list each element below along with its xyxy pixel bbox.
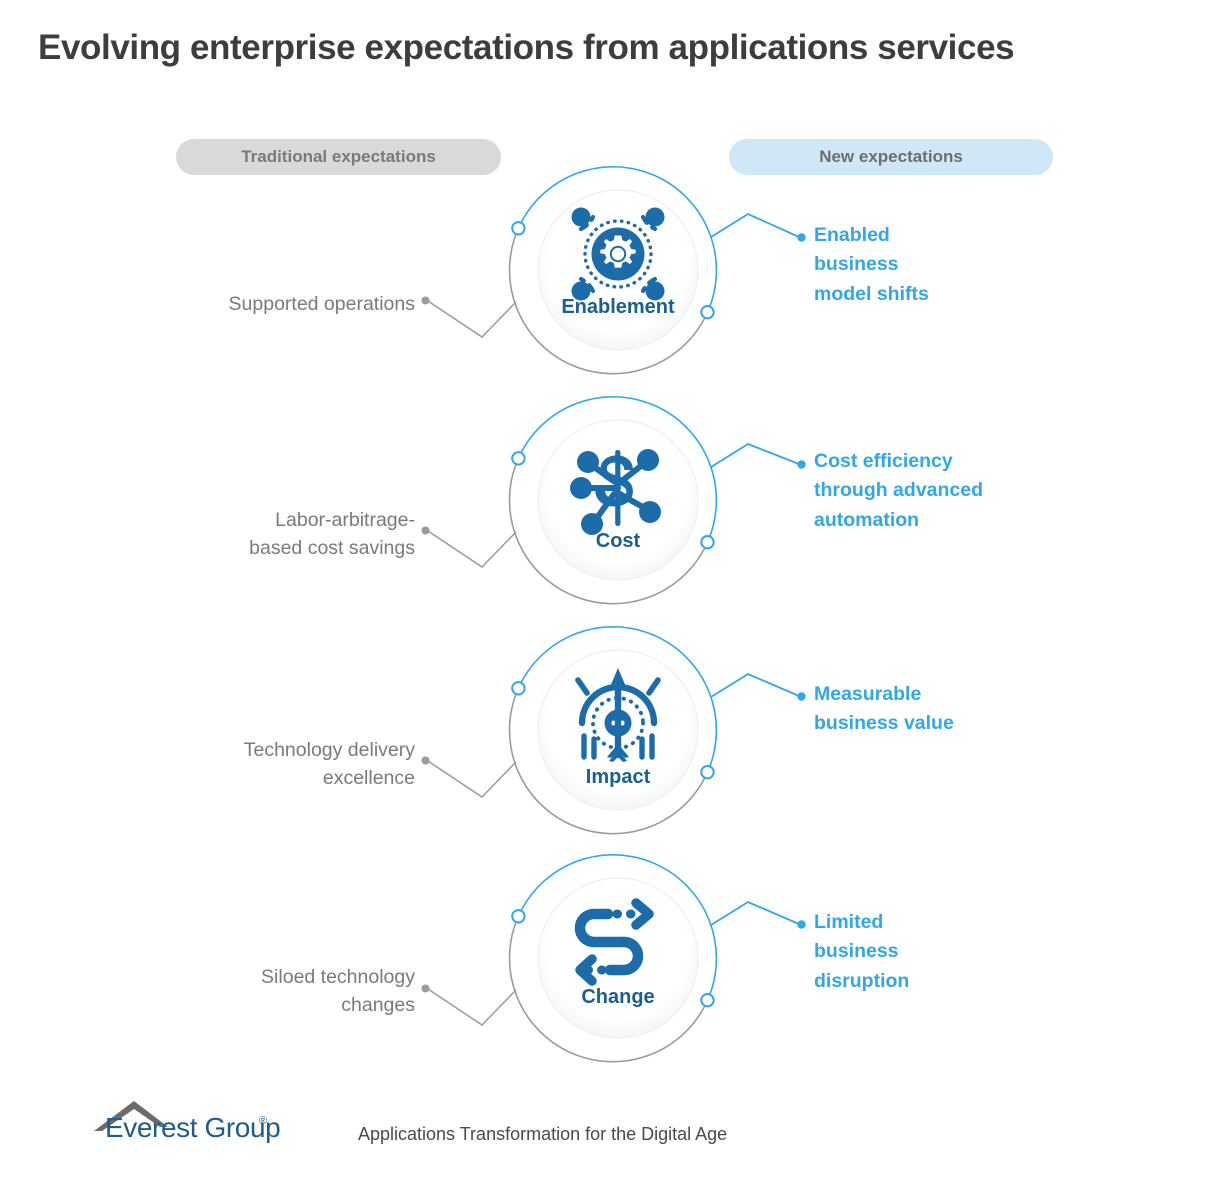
new-label-impact: Measurable business value <box>814 680 1064 739</box>
new-label-line: business <box>814 940 899 963</box>
column-header-new-label: New expectations <box>819 147 963 166</box>
ring-label-enablement: Enablement <box>561 296 675 318</box>
everest-group-logo: Everest Group ® <box>92 1098 281 1148</box>
new-label-line: Measurable <box>814 683 922 705</box>
new-label-line: business value <box>814 712 954 735</box>
logo-wordmark: Everest Group <box>105 1112 281 1143</box>
new-label-cost: Cost efficiency through advanced automat… <box>814 447 1064 535</box>
ring-label-change: Change <box>581 986 655 1008</box>
new-label-line: through advanced <box>814 479 984 502</box>
column-header-traditional-label: Traditional expectations <box>241 147 436 166</box>
new-label-line: model shifts <box>814 282 929 305</box>
dollar-network-icon <box>562 432 674 544</box>
ring-label-impact: Impact <box>585 766 651 788</box>
footer-tagline: Applications Transformation for the Digi… <box>358 1124 728 1144</box>
traditional-label-enablement: Supported operations <box>85 290 415 318</box>
registered-mark: ® <box>259 1115 268 1127</box>
traditional-label-line: Labor-arbitrage- <box>275 509 415 531</box>
new-label-line: automation <box>814 508 920 531</box>
new-label-line: disruption <box>814 969 910 992</box>
traditional-label-line: Supported operations <box>228 293 415 315</box>
footer: Everest Group ® Applications Transformat… <box>92 1098 727 1148</box>
page-title: Evolving enterprise expectations from ap… <box>38 28 1015 67</box>
column-header-new: New expectations <box>729 139 1053 175</box>
traditional-label-change: Siloed technology changes <box>85 963 415 1020</box>
traditional-label-line: changes <box>341 994 415 1017</box>
new-label-change: Limited business disruption <box>814 908 1064 996</box>
gear-network-icon <box>562 198 674 310</box>
traditional-label-cost: Labor-arbitrage- based cost savings <box>85 506 415 563</box>
traditional-label-line: based cost savings <box>249 537 415 560</box>
arrow-target-icon <box>562 660 674 772</box>
column-header-traditional: Traditional expectations <box>176 139 501 175</box>
new-label-line: Cost efficiency <box>814 450 953 472</box>
traditional-label-line: excellence <box>322 767 415 790</box>
new-label-enablement: Enabled business model shifts <box>814 221 1064 309</box>
new-label-line: Limited <box>814 911 884 933</box>
traditional-label-impact: Technology delivery excellence <box>85 736 415 793</box>
traditional-label-line: Siloed technology <box>261 966 415 988</box>
new-label-line: Enabled <box>814 224 890 246</box>
ring-label-cost: Cost <box>595 530 641 552</box>
new-label-line: business <box>814 253 899 276</box>
traditional-label-line: Technology delivery <box>243 739 415 761</box>
